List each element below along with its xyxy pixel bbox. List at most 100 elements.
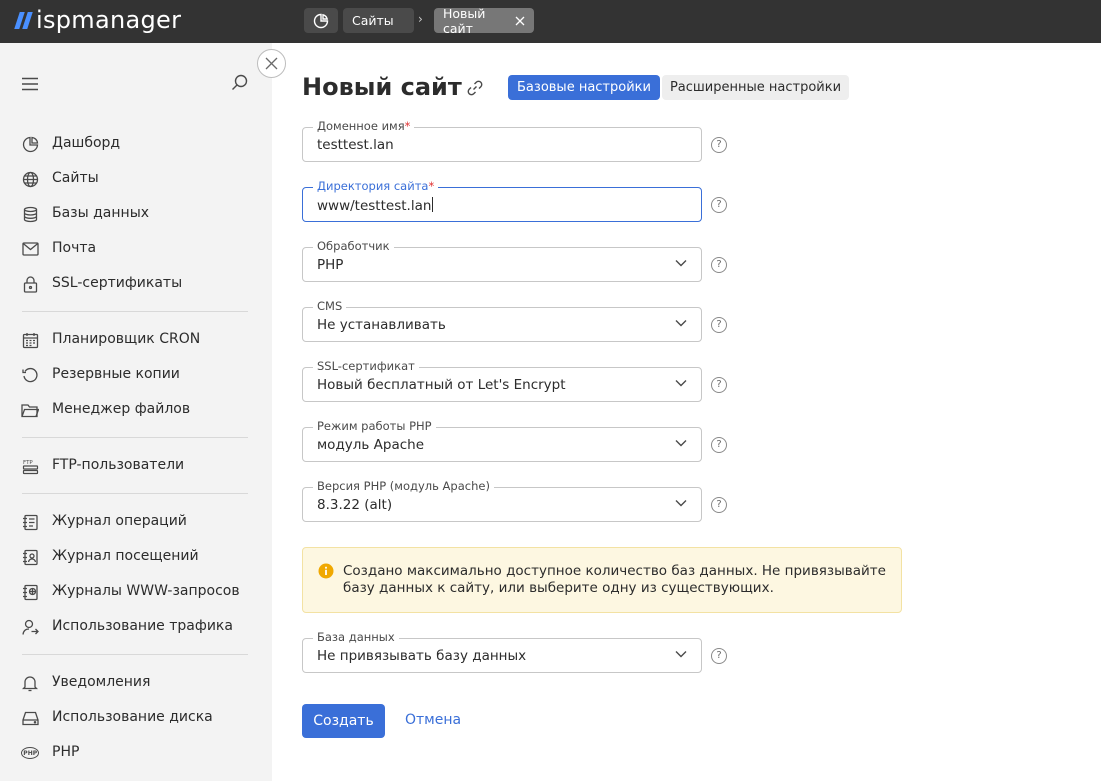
sidebar-item-backups[interactable]: Резервные копии xyxy=(0,360,272,390)
database-select[interactable]: База данных Не привязывать базу данных xyxy=(302,630,702,673)
site-directory-label: Директория сайта* xyxy=(313,179,439,194)
domain-help-icon[interactable]: ? xyxy=(711,137,727,153)
breadcrumb-dashboard-button[interactable] xyxy=(304,8,338,33)
search-icon[interactable] xyxy=(231,74,248,95)
sidebar-item-mail[interactable]: Почта xyxy=(0,234,272,264)
sidebar-item-dashboard[interactable]: Дашборд xyxy=(0,129,272,159)
sidebar-item-traffic[interactable]: Использование трафика xyxy=(0,612,272,642)
sidebar-item-databases[interactable]: Базы данных xyxy=(0,199,272,229)
sidebar-item-label: Журнал операций xyxy=(52,513,187,529)
ssl-certificate-label: SSL-сертификат xyxy=(313,359,419,374)
breadcrumb-sites[interactable]: Сайты xyxy=(343,8,414,33)
sidebar-item-php[interactable]: PHP PHP xyxy=(0,738,272,768)
sidebar-item-label: Резервные копии xyxy=(52,366,180,382)
sidebar-item-label: PHP xyxy=(52,744,80,760)
domain-name-label: Доменное имя* xyxy=(313,119,415,134)
sidebar-item-sites[interactable]: Сайты xyxy=(0,164,272,194)
chevron-down-icon xyxy=(675,380,687,387)
chevron-down-icon xyxy=(675,500,687,507)
cms-help-icon[interactable]: ? xyxy=(711,317,727,333)
php-mode-help-icon[interactable]: ? xyxy=(711,437,727,453)
domain-name-value: testtest.lan xyxy=(317,137,394,153)
link-icon[interactable] xyxy=(466,79,484,101)
domain-name-field[interactable]: Доменное имя* testtest.lan xyxy=(302,119,702,162)
sidebar-item-files[interactable]: Менеджер файлов xyxy=(0,395,272,425)
cancel-button[interactable]: Отмена xyxy=(405,712,461,728)
sidebar-item-ssl[interactable]: SSL-сертификаты xyxy=(0,269,272,299)
ssl-certificate-select[interactable]: SSL-сертификат Новый бесплатный от Let's… xyxy=(302,359,702,402)
logo[interactable]: ispmanager xyxy=(14,6,182,34)
cms-label: CMS xyxy=(313,299,347,314)
mail-icon xyxy=(21,240,39,258)
handler-select[interactable]: Обработчик PHP xyxy=(302,239,702,282)
handler-label: Обработчик xyxy=(313,239,394,254)
dashboard-icon xyxy=(21,135,39,153)
database-help-icon[interactable]: ? xyxy=(711,648,727,664)
ssl-certificate-value: Новый бесплатный от Let's Encrypt xyxy=(317,377,566,393)
sidebar-divider xyxy=(22,493,248,494)
svg-text:FTP: FTP xyxy=(23,460,33,466)
breadcrumb-separator-icon: › xyxy=(418,12,423,26)
php-version-help-icon[interactable]: ? xyxy=(711,497,727,513)
directory-help-icon[interactable]: ? xyxy=(711,197,727,213)
sidebar-item-label: Дашборд xyxy=(52,135,121,151)
cms-value: Не устанавливать xyxy=(317,317,446,333)
sidebar-item-wwwlogs[interactable]: Журналы WWW-запросов xyxy=(0,577,272,607)
chevron-down-icon xyxy=(675,651,687,658)
sidebar-item-disk[interactable]: Использование диска xyxy=(0,703,272,733)
tab-basic-settings[interactable]: Базовые настройки xyxy=(508,75,660,100)
ssl-help-icon[interactable]: ? xyxy=(711,377,727,393)
web-log-icon xyxy=(21,583,39,601)
sidebar-divider xyxy=(22,437,248,438)
sidebar-item-label: Сайты xyxy=(52,170,99,186)
create-button[interactable]: Создать xyxy=(302,704,385,738)
sidebar-item-label: SSL-сертификаты xyxy=(52,275,183,291)
php-version-value: 8.3.22 (alt) xyxy=(317,497,393,513)
sidebar-item-visitlog[interactable]: Журнал посещений xyxy=(0,542,272,572)
handler-value: PHP xyxy=(317,257,344,273)
sidebar-item-label: Журналы WWW-запросов xyxy=(52,583,240,599)
sidebar-item-notifications[interactable]: Уведомления xyxy=(0,668,272,698)
info-icon xyxy=(318,563,334,579)
visits-icon xyxy=(21,548,39,566)
database-value: Не привязывать базу данных xyxy=(317,648,527,664)
svg-text:PHP: PHP xyxy=(23,750,37,757)
sidebar-item-label: Менеджер файлов xyxy=(52,401,191,417)
handler-help-icon[interactable]: ? xyxy=(711,257,727,273)
logo-text: ispmanager xyxy=(36,6,182,34)
menu-icon[interactable] xyxy=(22,76,38,95)
sidebar-item-label: Использование диска xyxy=(52,709,213,725)
page-title: Новый сайт xyxy=(302,73,462,101)
sidebar-item-oplog[interactable]: Журнал операций xyxy=(0,507,272,537)
sidebar-divider xyxy=(22,311,248,312)
calendar-icon xyxy=(21,331,39,349)
sidebar-item-label: Уведомления xyxy=(52,674,151,690)
close-icon xyxy=(265,57,278,70)
folder-icon xyxy=(21,401,39,419)
php-version-select[interactable]: Версия PHP (модуль Apache) 8.3.22 (alt) xyxy=(302,479,702,522)
chevron-down-icon xyxy=(675,440,687,447)
site-directory-field[interactable]: Директория сайта* www/testtest.lan xyxy=(302,179,702,222)
sidebar-item-label: Планировщик CRON xyxy=(52,331,201,347)
notice-text: Создано максимально доступное количество… xyxy=(343,563,886,596)
database-icon xyxy=(21,205,39,223)
chevron-down-icon xyxy=(675,320,687,327)
breadcrumb-new-site[interactable]: Новый сайт xyxy=(434,6,534,36)
sidebar-item-ftp[interactable]: FTP FTP-пользователи xyxy=(0,451,272,481)
top-bar: ispmanager Сайты › Новый сайт xyxy=(0,0,1101,43)
cms-select[interactable]: CMS Не устанавливать xyxy=(302,299,702,342)
close-sidebar-button[interactable] xyxy=(257,49,286,78)
close-tab-icon[interactable] xyxy=(515,16,525,26)
sidebar: Дашборд Сайты Базы данных Почта SSL-серт… xyxy=(0,43,272,781)
database-label: База данных xyxy=(313,630,399,645)
lock-icon xyxy=(21,275,39,293)
tab-advanced-settings[interactable]: Расширенные настройки xyxy=(662,75,849,100)
journal-icon xyxy=(21,513,39,531)
sidebar-divider xyxy=(22,654,248,655)
sidebar-item-label: Журнал посещений xyxy=(52,548,199,564)
bell-icon xyxy=(21,674,39,692)
sidebar-item-cron[interactable]: Планировщик CRON xyxy=(0,325,272,355)
chevron-down-icon xyxy=(675,260,687,267)
disk-icon xyxy=(21,709,39,727)
php-mode-select[interactable]: Режим работы PHP модуль Apache xyxy=(302,419,702,462)
